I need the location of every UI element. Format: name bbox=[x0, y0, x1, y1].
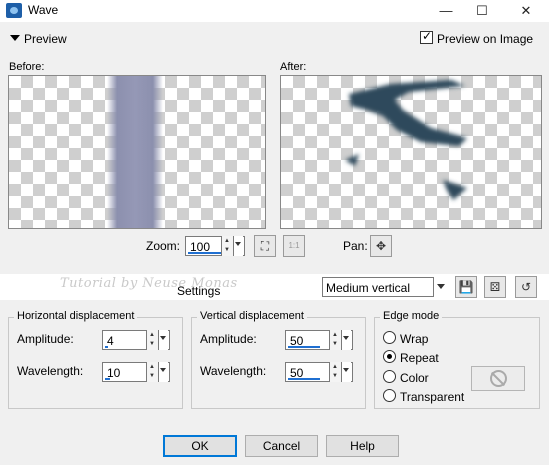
radio-repeat[interactable] bbox=[383, 350, 396, 363]
settings-label: Settings bbox=[177, 284, 221, 298]
pan-label: Pan: bbox=[343, 239, 368, 253]
radio-wrap[interactable] bbox=[383, 331, 396, 344]
disabled-icon bbox=[490, 370, 507, 387]
save-preset-icon[interactable]: 💾 bbox=[455, 276, 477, 298]
v-amplitude-spinner[interactable]: ▲ ▼ bbox=[329, 330, 341, 350]
h-amplitude-input[interactable]: 4 ▲ ▼ bbox=[102, 330, 170, 350]
help-button[interactable]: Help bbox=[326, 435, 399, 457]
before-label: Before: bbox=[9, 61, 45, 73]
h-amplitude-value: 4 bbox=[107, 334, 114, 348]
after-label: After: bbox=[280, 61, 307, 73]
h-amplitude-underline bbox=[105, 346, 108, 348]
v-wavelength-spinner[interactable]: ▲ ▼ bbox=[329, 362, 341, 382]
h-amplitude-spinner[interactable]: ▲ ▼ bbox=[146, 330, 158, 350]
stripe-shape bbox=[107, 76, 163, 228]
h-wavelength-label: Wavelength: bbox=[17, 364, 84, 378]
pan-move-icon[interactable]: ✥ bbox=[370, 235, 392, 257]
radio-transparent-label[interactable]: Transparent bbox=[400, 390, 464, 404]
v-wavelength-dropdown[interactable] bbox=[341, 362, 351, 382]
ok-button[interactable]: OK bbox=[163, 435, 237, 457]
cancel-button[interactable]: Cancel bbox=[245, 435, 318, 457]
v-wavelength-label: Wavelength: bbox=[200, 364, 267, 378]
minimize-button[interactable]: — bbox=[426, 0, 466, 22]
radio-color-label[interactable]: Color bbox=[400, 371, 429, 385]
zoom-input[interactable]: 100 ▲ ▼ bbox=[185, 236, 245, 256]
zoom-dropdown[interactable] bbox=[233, 236, 243, 256]
h-wavelength-spinner[interactable]: ▲ ▼ bbox=[146, 362, 158, 382]
before-preview[interactable] bbox=[8, 75, 266, 229]
zoom-fit-icon[interactable]: ⛶ bbox=[254, 235, 276, 257]
v-wavelength-input[interactable]: 50 ▲ ▼ bbox=[285, 362, 353, 382]
v-amplitude-dropdown[interactable] bbox=[341, 330, 351, 350]
title-bar: Wave — ☐ ✕ bbox=[0, 0, 549, 22]
radio-wrap-label[interactable]: Wrap bbox=[400, 332, 428, 346]
radio-transparent[interactable] bbox=[383, 389, 396, 402]
preset-dropdown-arrow[interactable] bbox=[433, 277, 448, 297]
horizontal-displacement-title: Horizontal displacement bbox=[14, 310, 138, 322]
edge-mode-title: Edge mode bbox=[380, 310, 443, 322]
zoom-spinner[interactable]: ▲ ▼ bbox=[221, 236, 233, 256]
preview-on-image-label[interactable]: Preview on Image bbox=[437, 32, 533, 46]
after-preview[interactable] bbox=[280, 75, 542, 229]
color-swatch-button[interactable] bbox=[471, 366, 525, 391]
actual-size-icon[interactable]: 1:1 bbox=[283, 235, 305, 257]
h-amplitude-label: Amplitude: bbox=[17, 332, 74, 346]
zoom-underline bbox=[188, 252, 222, 254]
zoom-label: Zoom: bbox=[146, 239, 181, 253]
maximize-button[interactable]: ☐ bbox=[462, 0, 502, 22]
preset-select[interactable]: Medium vertical bbox=[322, 277, 448, 297]
preview-on-image-checkbox[interactable] bbox=[420, 29, 433, 44]
preview-toggle-label[interactable]: Preview bbox=[24, 32, 67, 46]
reset-icon[interactable]: ↺ bbox=[515, 276, 537, 298]
v-amplitude-label: Amplitude: bbox=[200, 332, 257, 346]
v-amplitude-underline bbox=[288, 346, 320, 348]
h-wavelength-input[interactable]: 10 ▲ ▼ bbox=[102, 362, 170, 382]
collapse-triangle-icon[interactable] bbox=[10, 35, 20, 41]
close-button[interactable]: ✕ bbox=[506, 0, 546, 22]
radio-repeat-label[interactable]: Repeat bbox=[400, 351, 439, 365]
radio-color[interactable] bbox=[383, 370, 396, 383]
app-icon bbox=[6, 3, 22, 18]
random-dice-icon[interactable]: ⚄ bbox=[484, 276, 506, 298]
v-amplitude-input[interactable]: 50 ▲ ▼ bbox=[285, 330, 353, 350]
h-wavelength-dropdown[interactable] bbox=[158, 362, 168, 382]
window-title: Wave bbox=[28, 3, 59, 17]
h-amplitude-dropdown[interactable] bbox=[158, 330, 168, 350]
preset-value: Medium vertical bbox=[326, 281, 411, 295]
vertical-displacement-title: Vertical displacement bbox=[197, 310, 307, 322]
h-wavelength-underline bbox=[105, 378, 110, 380]
wave-shape bbox=[345, 80, 467, 200]
v-wavelength-underline bbox=[288, 378, 320, 380]
